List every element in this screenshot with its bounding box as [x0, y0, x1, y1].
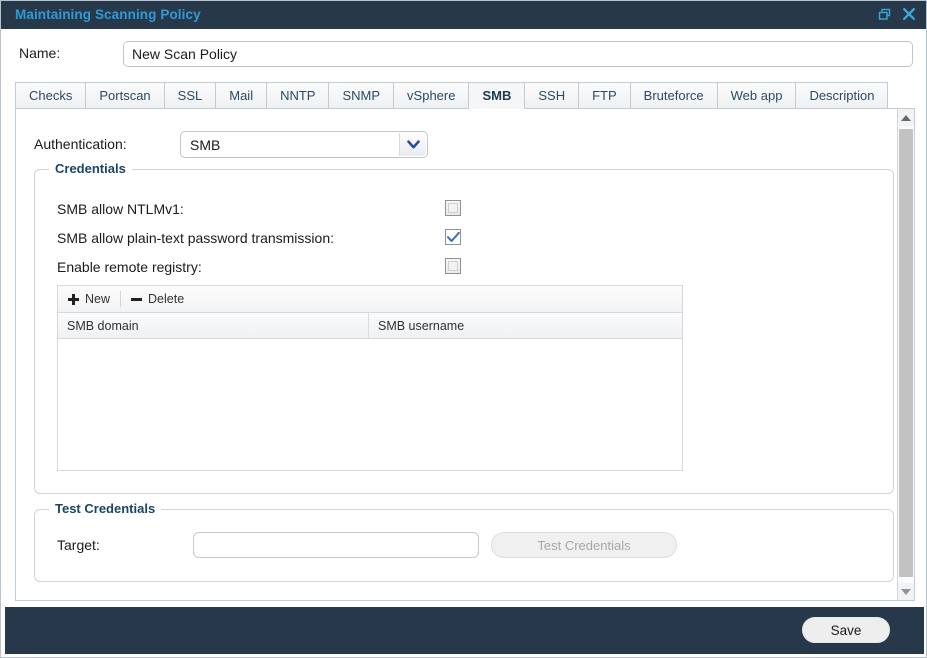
- tab-ssh[interactable]: SSH: [525, 82, 580, 108]
- grid-toolbar: New Delete: [57, 285, 683, 313]
- checkbox-inner: [448, 203, 458, 213]
- new-button[interactable]: New: [58, 286, 120, 312]
- checkbox-label-plaintext: SMB allow plain-text password transmissi…: [57, 230, 334, 246]
- close-button[interactable]: [900, 5, 918, 23]
- delete-button[interactable]: Delete: [121, 286, 194, 312]
- dialog-window: Maintaining Scanning Policy Name: Che: [0, 0, 927, 658]
- plus-icon: [68, 293, 79, 305]
- name-row: Name:: [15, 41, 915, 69]
- tab-nntp[interactable]: NNTP: [267, 82, 330, 108]
- checkbox-label-remote-registry: Enable remote registry:: [57, 259, 202, 275]
- checkbox-row-ntlmv1: SMB allow NTLMv1:: [57, 198, 477, 222]
- checkbox-plaintext[interactable]: [445, 229, 461, 245]
- checkbox-inner: [448, 261, 458, 271]
- checkbox-label-ntlmv1: SMB allow NTLMv1:: [57, 201, 184, 217]
- tab-vsphere[interactable]: vSphere: [394, 82, 470, 108]
- tab-snmp[interactable]: SNMP: [329, 82, 395, 108]
- save-button[interactable]: Save: [802, 617, 890, 643]
- tab-strip: Checks Portscan SSL Mail NNTP SNMP vSphe…: [15, 82, 915, 109]
- tab-web-app[interactable]: Web app: [717, 82, 797, 108]
- restore-button[interactable]: [875, 5, 893, 23]
- authentication-select[interactable]: SMB: [180, 131, 428, 158]
- target-label: Target:: [57, 537, 100, 553]
- tab-smb[interactable]: SMB: [469, 82, 526, 109]
- grid-column-smb-username[interactable]: SMB username: [369, 313, 682, 338]
- grid-header-row: SMB domain SMB username: [57, 313, 683, 339]
- tab-ssl[interactable]: SSL: [164, 82, 217, 108]
- name-input[interactable]: [123, 41, 913, 67]
- tab-portscan[interactable]: Portscan: [86, 82, 165, 108]
- tab-content-inner: Authentication: SMB Credentials SMB allo…: [16, 109, 898, 600]
- test-credentials-fieldset: Test Credentials Target: Test Credential…: [34, 501, 894, 582]
- dialog-body: Name: Checks Portscan SSL Mail NNTP SNMP…: [5, 29, 924, 607]
- minus-icon: [131, 294, 143, 305]
- credentials-legend: Credentials: [49, 161, 132, 176]
- close-icon: [903, 7, 915, 20]
- tab-content-panel: Authentication: SMB Credentials SMB allo…: [15, 109, 915, 601]
- credentials-fieldset: Credentials SMB allow NTLMv1: SMB allow …: [34, 161, 894, 494]
- test-credentials-button[interactable]: Test Credentials: [491, 532, 677, 558]
- tab-description[interactable]: Description: [796, 82, 889, 108]
- credentials-grid: New Delete SMB domain SMB username: [57, 285, 683, 471]
- scrollbar-thumb[interactable]: [899, 129, 913, 577]
- name-label: Name:: [19, 45, 61, 61]
- grid-body[interactable]: [57, 339, 683, 471]
- target-row: Target: Test Credentials: [57, 532, 697, 560]
- vertical-scrollbar[interactable]: [897, 109, 914, 600]
- title-bar: Maintaining Scanning Policy: [1, 1, 926, 29]
- checkbox-ntlmv1[interactable]: [445, 200, 461, 216]
- scroll-up-button[interactable]: [898, 109, 914, 126]
- target-input[interactable]: [193, 532, 479, 558]
- tab-mail[interactable]: Mail: [216, 82, 268, 108]
- tab-bruteforce[interactable]: Bruteforce: [630, 82, 718, 108]
- scroll-down-button[interactable]: [898, 583, 914, 600]
- tab-checks[interactable]: Checks: [15, 82, 87, 108]
- chevron-down-icon: [406, 140, 420, 149]
- grid-column-smb-domain[interactable]: SMB domain: [58, 313, 369, 338]
- window-controls: [875, 5, 918, 23]
- dialog-footer: Save: [5, 607, 924, 654]
- new-button-label: New: [85, 292, 111, 306]
- window-title: Maintaining Scanning Policy: [15, 7, 201, 22]
- checkbox-remote-registry[interactable]: [445, 258, 461, 274]
- authentication-row: Authentication: SMB: [34, 131, 434, 159]
- test-credentials-legend: Test Credentials: [49, 501, 162, 516]
- tab-ftp[interactable]: FTP: [579, 82, 631, 108]
- triangle-up-icon: [901, 114, 911, 121]
- triangle-down-icon: [901, 588, 911, 595]
- delete-button-label: Delete: [148, 292, 185, 306]
- authentication-dropdown-button[interactable]: [399, 133, 426, 156]
- authentication-selected-value: SMB: [190, 137, 221, 153]
- authentication-label: Authentication:: [34, 136, 127, 152]
- checkbox-row-plaintext: SMB allow plain-text password transmissi…: [57, 227, 477, 251]
- restore-icon: [878, 8, 890, 20]
- checkbox-row-remote-registry: Enable remote registry:: [57, 256, 477, 280]
- check-icon: [446, 231, 460, 242]
